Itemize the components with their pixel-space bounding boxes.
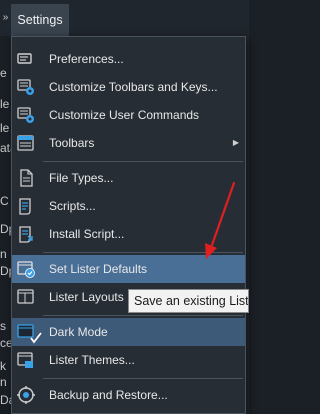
- menu-item-label: Backup and Restore...: [49, 388, 168, 402]
- settings-menu-button[interactable]: Settings: [11, 4, 69, 36]
- menu-separator: [43, 252, 243, 253]
- menu-item-label: Dark Mode: [49, 325, 108, 339]
- lister-themes-icon: [17, 352, 33, 368]
- menu-item-customize-toolbars[interactable]: Customize Toolbars and Keys...: [12, 73, 245, 101]
- menu-item-label: Preferences...: [49, 52, 124, 66]
- menu-separator: [43, 378, 243, 379]
- menu-item-label: Lister Layouts: [49, 290, 124, 304]
- menu-item-label: Lister Themes...: [49, 353, 135, 367]
- menu-item-label: Scripts...: [49, 199, 96, 213]
- menubar-overflow-chevron[interactable]: »: [0, 0, 11, 36]
- menu-item-label: Set Lister Defaults: [49, 262, 148, 276]
- menu-item-scripts[interactable]: Scripts...: [12, 192, 245, 220]
- menu-item-label: Toolbars: [49, 136, 95, 150]
- menubar: » Settings: [0, 0, 249, 36]
- user-commands-icon: [17, 107, 34, 123]
- lister-defaults-icon: [17, 261, 35, 278]
- tooltip: Save an existing Lister: [128, 289, 249, 313]
- customize-toolbars-icon: [17, 79, 34, 95]
- preferences-icon: [17, 53, 32, 64]
- menu-separator: [43, 315, 243, 316]
- menu-item-set-lister-defaults[interactable]: Set Lister Defaults: [12, 255, 245, 283]
- settings-dropdown-menu: Preferences... Customize Toolbars and Ke…: [11, 36, 246, 414]
- menu-item-label: Install Script...: [49, 227, 125, 241]
- menu-item-install-script[interactable]: Install Script...: [12, 220, 245, 248]
- menu-item-customize-user-commands[interactable]: Customize User Commands: [12, 101, 245, 129]
- checkmark-icon: [30, 332, 42, 344]
- lister-layouts-icon: [17, 289, 34, 304]
- scripts-icon: [19, 198, 31, 215]
- menu-item-backup-restore[interactable]: Backup and Restore...: [12, 381, 245, 409]
- menu-item-label: Customize Toolbars and Keys...: [49, 80, 218, 94]
- menu-item-label: Customize User Commands: [49, 108, 200, 122]
- menu-item-label: File Types...: [49, 171, 114, 185]
- install-script-icon: [19, 226, 33, 243]
- toolbars-icon: [17, 135, 34, 151]
- menu-item-dark-mode[interactable]: Dark Mode: [12, 318, 245, 346]
- menu-item-toolbars[interactable]: Toolbars ▶: [12, 129, 245, 157]
- file-types-icon: [20, 169, 33, 187]
- backup-restore-icon: [17, 386, 35, 404]
- submenu-arrow-icon: ▶: [232, 138, 239, 147]
- menu-item-file-types[interactable]: File Types...: [12, 164, 245, 192]
- menu-separator: [43, 161, 243, 162]
- menu-item-preferences[interactable]: Preferences...: [12, 45, 245, 73]
- menu-item-lister-themes[interactable]: Lister Themes...: [12, 346, 245, 374]
